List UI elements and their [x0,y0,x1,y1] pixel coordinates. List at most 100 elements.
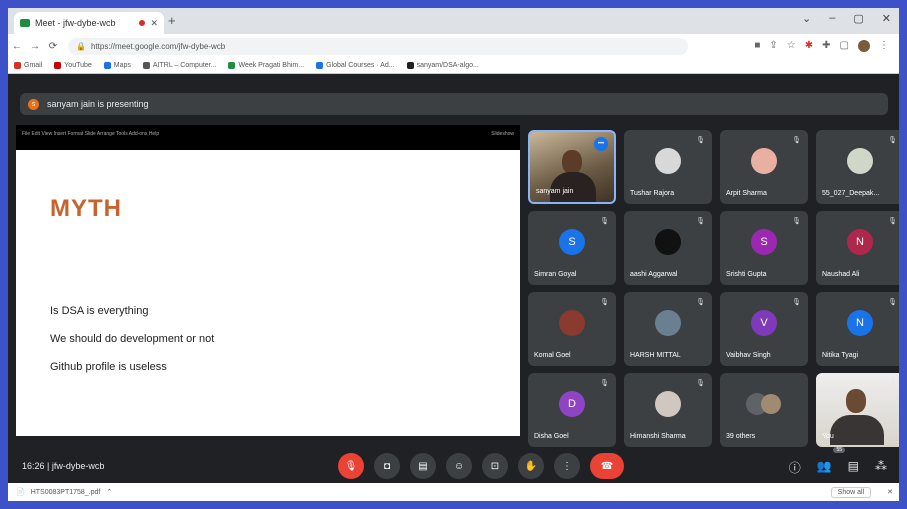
bookmark-item[interactable]: Week Pragati Bhim... [228,62,304,69]
participant-name: aashi Aggarwal [630,271,678,278]
avatar-letter: S [760,236,768,249]
leave-call-button[interactable]: ☎ [590,453,624,479]
participant-tile[interactable]: 🎙 Komal Goel [528,292,616,366]
bookmark-item[interactable]: Global Courses · Ad... [316,62,395,69]
presenter-avatar: s [28,98,39,110]
back-icon[interactable]: ← [8,41,26,52]
extension-icon[interactable]: ✱ [805,40,813,52]
bookmark-item[interactable]: Maps [103,62,131,69]
slide-bullet: Is DSA is everything [50,305,149,317]
github-icon [406,62,414,69]
avatar-letter: V [760,317,768,330]
bookmark-item[interactable]: sanyam/DSA-algo... [406,62,479,69]
download-file-name[interactable]: HTS0083PT1758_.pdf [31,489,101,496]
presenting-text: sanyam jain is presenting [47,99,149,109]
participant-name: 39 others [726,433,756,440]
mic-muted-icon: 🎙 [792,218,801,225]
reactions-button[interactable]: ☺ [446,453,472,479]
extensions-puzzle-icon[interactable]: ✚ [822,40,830,52]
participant-tile[interactable]: ••• sanyam jain [528,130,616,204]
participant-tile[interactable]: S 🎙 Simran Goyal [528,211,616,285]
bookmark-star-icon[interactable]: ☆ [787,40,796,52]
new-tab-button[interactable]: + [168,13,176,28]
profile-avatar[interactable] [858,40,870,52]
close-window-button[interactable]: ✕ [882,12,891,25]
address-bar[interactable]: 🔒 https://meet.google.com/jfw-dybe-wcb [68,37,688,55]
self-video-body [830,415,884,445]
mic-muted-icon: 🎙 [888,137,897,144]
menu-kebab-icon[interactable]: ⋮ [879,40,889,52]
participant-tile[interactable]: 39 others [720,373,808,447]
chat-icon[interactable]: ▤ [848,459,859,476]
maximize-button[interactable]: ▢ [853,12,863,25]
bookmark-item[interactable]: AITRL – Computer... [142,62,216,69]
url-text: https://meet.google.com/jfw-dybe-wcb [90,41,226,51]
slide-canvas: MYTH Is DSA is everything We should do d… [16,150,520,436]
participant-tile[interactable]: D 🎙 Disha Goel [528,373,616,447]
mic-muted-icon: 🎙 [600,380,609,387]
close-tab-icon[interactable]: ✕ [150,18,158,29]
participant-tile[interactable]: V 🎙 Vaibhav Singh [720,292,808,366]
more-icon[interactable]: ⋮ [890,379,897,387]
meet-stage: s sanyam jain is presenting File Edit Vi… [8,75,899,483]
participant-name: Arpit Sharma [726,190,767,197]
close-download-bar-icon[interactable]: ✕ [887,488,893,496]
lock-icon: 🔒 [76,41,86,51]
mic-off-button[interactable]: 🎙 [338,453,364,479]
minimize-button[interactable]: – [829,12,835,25]
tab-meet[interactable]: Meet - jfw-dybe-wcb ✕ [14,12,164,34]
participant-tile[interactable]: 🎙 Tushar Rajora [624,130,712,204]
participant-tile[interactable]: 🎙 aashi Aggarwal [624,211,712,285]
info-icon[interactable]: ⓘ [789,459,801,476]
participant-name: sanyam jain [536,188,574,195]
participant-tile[interactable]: S 🎙 Srishti Gupta [720,211,808,285]
chevron-up-icon[interactable]: ⌃ [106,488,112,496]
side-controls: ⓘ 👥 ▤ ⁂ [789,459,887,476]
camera-indicator-icon[interactable]: ■ [754,40,760,52]
participant-avatar [655,391,681,418]
download-bar: 📄 HTS0083PT1758_.pdf ⌃ Show all ✕ [8,483,899,501]
avatar-letter: D [568,398,576,411]
participant-tile[interactable]: N 🎙 Naushad Ali [816,211,899,285]
mic-muted-icon: 🎙 [600,299,609,306]
people-icon[interactable]: 👥 [817,459,832,476]
bookmark-item[interactable]: YouTube [54,62,92,69]
captions-button[interactable]: ▤ [410,453,436,479]
people-count-badge: 55 [833,447,845,453]
show-all-button[interactable]: Show all [830,486,872,498]
reload-icon[interactable]: ⟳ [44,41,62,52]
more-options-button[interactable]: ⋮ [554,453,580,479]
participant-tile[interactable]: ⋮ You [816,373,899,447]
participant-avatar: D [559,391,585,418]
mic-muted-icon: 🎙 [696,380,705,387]
tab-search-button[interactable]: ⌄ [802,12,811,25]
participant-tile[interactable]: 🎙 Arpit Sharma [720,130,808,204]
participant-tile[interactable]: N 🎙 Nitika Tyagi [816,292,899,366]
participant-avatar: S [751,229,777,256]
raise-hand-button[interactable]: ✋ [518,453,544,479]
avatar-letter: N [856,236,864,249]
shared-screen: File Edit View Insert Format Slide Arran… [16,125,520,436]
presenting-banner: s sanyam jain is presenting [20,93,888,115]
participant-tile[interactable]: 🎙 HARSH MITTAL [624,292,712,366]
bookmark-item[interactable]: Gmail [14,62,42,69]
participant-name: Srishti Gupta [726,271,767,278]
mic-muted-icon: 🎙 [792,137,801,144]
participant-avatar: V [751,310,777,337]
activities-icon[interactable]: ⁂ [875,459,887,476]
mic-muted-icon: 🎙 [600,218,609,225]
others-avatar-stack [761,394,782,415]
share-icon[interactable]: ⇪ [769,40,777,52]
present-button[interactable]: ⊡ [482,453,508,479]
window-controls: ⌄ – ▢ ✕ [802,12,891,25]
bookmarks-bar: Gmail YouTube Maps AITRL – Computer... W… [8,58,899,74]
side-panel-icon[interactable]: ▢ [840,40,849,52]
speaking-indicator-icon: ••• [594,137,608,151]
participant-name: Nitika Tyagi [822,352,859,359]
participant-avatar: S [559,229,585,256]
forward-icon[interactable]: → [26,41,44,52]
camera-button[interactable]: ◘ [374,453,400,479]
participant-tile[interactable]: 🎙 55_027_Deepak... [816,130,899,204]
participant-tile[interactable]: 🎙 Himanshi Sharma [624,373,712,447]
slides-app-menu: File Edit View Insert Format Slide Arran… [16,125,520,142]
